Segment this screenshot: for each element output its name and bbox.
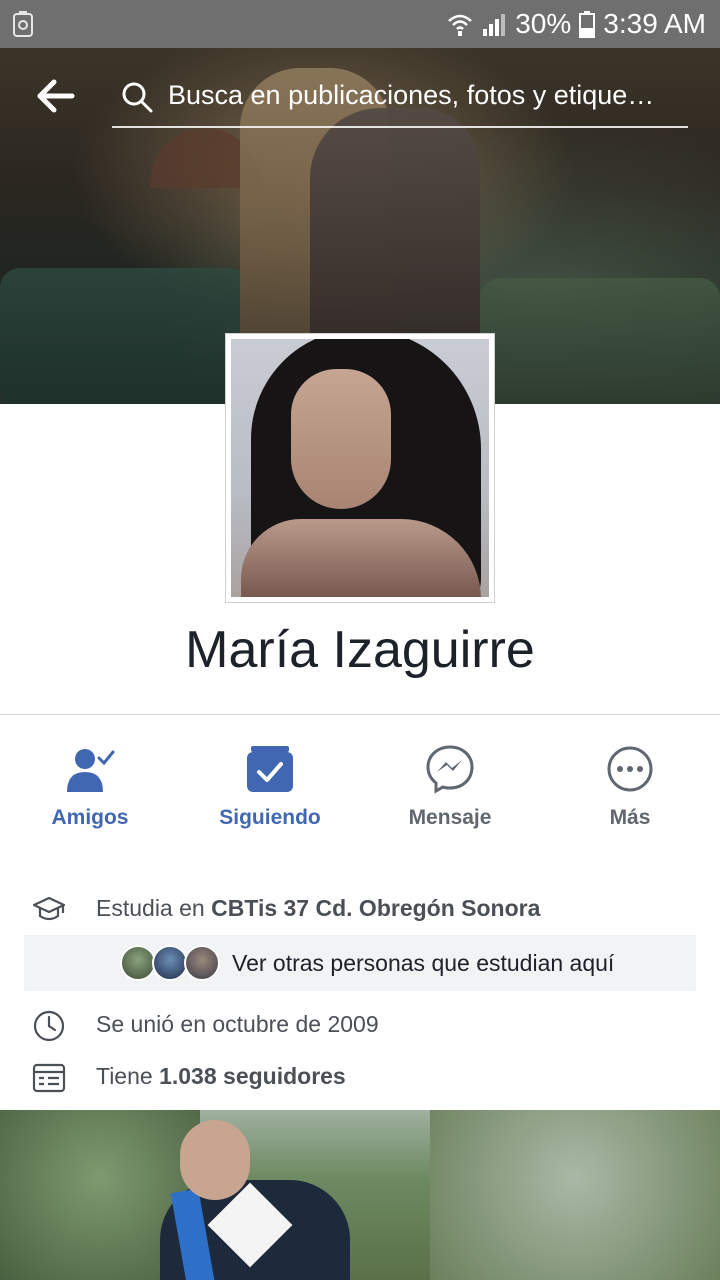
messenger-icon	[426, 745, 474, 794]
joined-text: Se unió en octubre de 2009	[96, 1011, 379, 1037]
more-button[interactable]: Más	[540, 740, 720, 840]
back-arrow-icon[interactable]	[36, 78, 76, 114]
avatar	[152, 945, 188, 981]
following-button[interactable]: Siguiendo	[180, 740, 360, 840]
battery-percent: 30%	[515, 8, 572, 39]
graduation-cap-icon	[32, 896, 66, 921]
profile-name: María Izaguirre	[185, 621, 535, 679]
search-placeholder: Busca en publicaciones, fotos y etique…	[168, 80, 655, 110]
education-school-link[interactable]: CBTis 37 Cd. Obregón Sonora	[211, 895, 540, 921]
more-button-label: Más	[609, 806, 651, 829]
battery-icon	[579, 11, 596, 38]
message-button[interactable]: Mensaje	[360, 740, 540, 840]
friends-button-label: Amigos	[51, 806, 129, 829]
cover-decoration	[0, 268, 250, 404]
more-icon	[607, 746, 653, 792]
profile-actions: Amigos Siguiendo Mensaje Más	[0, 740, 720, 840]
search-icon	[122, 82, 153, 113]
cell-signal-icon	[483, 14, 506, 36]
friends-check-icon	[67, 749, 115, 792]
followers-prefix: Tiene	[96, 1063, 160, 1089]
divider	[0, 714, 720, 715]
friends-button[interactable]: Amigos	[0, 740, 180, 840]
photo-content	[430, 1110, 720, 1280]
profile-picture-content	[291, 369, 391, 509]
classmates-link[interactable]: Ver otras personas que estudian aquí	[24, 935, 696, 991]
profile-picture[interactable]	[225, 333, 495, 603]
recycle-notification-icon	[13, 11, 33, 37]
education-row[interactable]: Estudia en CBTis 37 Cd. Obregón Sonora	[0, 885, 720, 935]
classmate-avatars	[120, 943, 224, 983]
avatar	[120, 945, 156, 981]
cover-decoration	[480, 278, 720, 404]
followers-count[interactable]: 1.038 seguidores	[159, 1063, 346, 1089]
featured-photo[interactable]	[0, 1110, 720, 1280]
classmates-link-label: Ver otras personas que estudian aquí	[232, 950, 615, 976]
joined-row: Se unió en octubre de 2009	[0, 1001, 720, 1051]
wifi-signal-icon	[448, 14, 473, 36]
following-button-label: Siguiendo	[219, 806, 321, 829]
education-prefix: Estudia en	[96, 895, 212, 921]
avatar	[184, 945, 220, 981]
status-bar: 30% 3:39 AM	[0, 0, 720, 48]
search-input[interactable]: Busca en publicaciones, fotos y etique…	[112, 72, 688, 128]
status-time: 3:39 AM	[603, 8, 706, 39]
followers-feed-icon	[32, 1063, 66, 1093]
message-button-label: Mensaje	[408, 806, 492, 829]
clock-icon	[33, 1010, 65, 1042]
following-check-icon	[247, 746, 293, 792]
followers-row[interactable]: Tiene 1.038 seguidores	[0, 1053, 720, 1103]
photo-content	[160, 1120, 350, 1280]
